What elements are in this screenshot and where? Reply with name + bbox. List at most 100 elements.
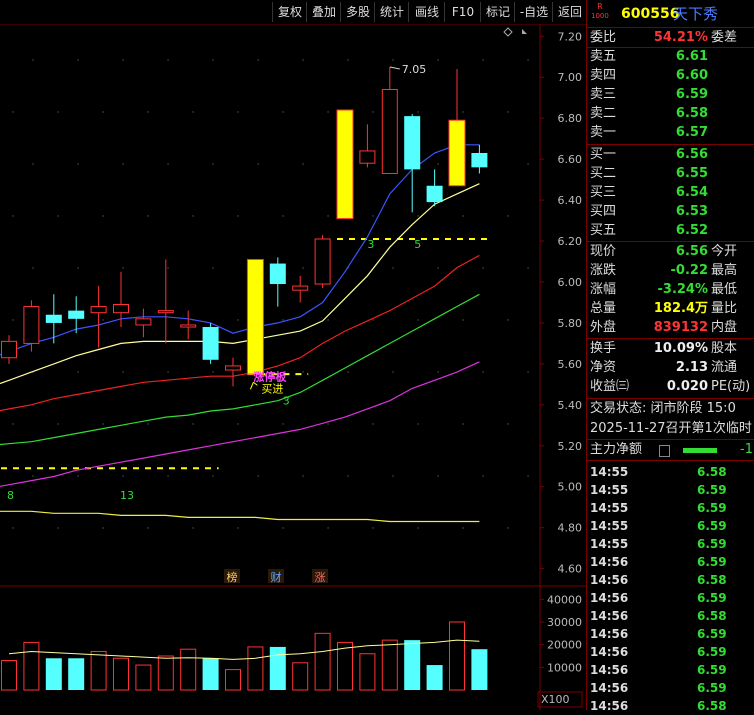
buy-4-label: 买五 [590, 223, 617, 238]
grid-dot [437, 371, 439, 373]
quote-0-row: 现价 6.56 今开 [587, 243, 754, 261]
volume-tick-label: 30000 [547, 616, 582, 629]
toolbar-button-1[interactable]: 叠加 [306, 2, 341, 22]
grid-dot [147, 215, 149, 217]
sell-3-value: 6.58 [675, 106, 708, 121]
candle-body [45, 314, 62, 323]
kline-chart[interactable]: 7.20 7.00 6.80 6.60 6.40 6.20 6.00 5.80 5.60 5.40… [0, 24, 586, 710]
tick-time: 14:56 [590, 591, 629, 605]
tick-price: 6.59 [697, 663, 727, 677]
grid-dot [482, 267, 484, 269]
badge-bottom: 1000 [591, 12, 609, 20]
grid-dot [507, 111, 509, 113]
candle-body [23, 306, 40, 344]
grid-dot [122, 163, 124, 165]
grid-dot [437, 163, 439, 165]
volume-bar [404, 640, 421, 690]
toolbar-button-6[interactable]: 标记 [480, 2, 515, 22]
toolbar-button-4[interactable]: 画线 [408, 2, 445, 22]
tick-price: 6.59 [697, 483, 727, 497]
grid-dot [282, 215, 284, 217]
list-icon[interactable] [659, 445, 670, 457]
toolbar-button-7[interactable]: -自选 [514, 2, 553, 22]
notice-text[interactable]: 2025-11-27召开第1次临时 [590, 420, 752, 438]
volume-bar [269, 646, 286, 690]
volume-bar [113, 657, 129, 691]
ma-line-2 [0, 254, 480, 412]
grid-dot [327, 215, 329, 217]
tick-price: 6.59 [697, 501, 727, 515]
high-pointer [389, 66, 400, 70]
grid-dot [77, 59, 79, 61]
fund-0-label2: 股本 [711, 341, 738, 356]
grid-dot [212, 267, 214, 269]
grid-dot [77, 267, 79, 269]
grid-dot [462, 215, 464, 217]
grid-dot [347, 475, 349, 477]
grid-dot [237, 111, 239, 113]
tick-price: 6.58 [697, 573, 727, 587]
buy-2-row: 买三 6.54 [587, 184, 754, 202]
buy-1-value: 6.55 [675, 166, 708, 181]
candle-body [157, 310, 174, 314]
buy-0-value: 6.56 [675, 147, 708, 162]
notice[interactable]: 2025-11-27召开第1次临时 [587, 420, 754, 438]
candle-body [269, 263, 286, 285]
quote-3-label2: 量比 [711, 301, 738, 316]
toolbar-button-8[interactable]: 返回 [552, 2, 587, 22]
fund-1-value: 2.13 [675, 360, 708, 375]
toolbar-button-0[interactable]: 复权 [272, 2, 307, 22]
tick-time: 14:55 [590, 483, 629, 497]
grid-dot [482, 475, 484, 477]
quote-1-label: 涨跌 [590, 263, 617, 278]
ma-line-1 [0, 183, 480, 385]
event-tag: 涨 [315, 571, 326, 584]
divider [587, 460, 754, 461]
candle-body [246, 258, 264, 375]
sell-3-row: 卖二 6.58 [587, 105, 754, 123]
volume-bar [45, 658, 62, 690]
trade-state-text: 交易状态: 闭市阶段 15:0 [590, 401, 736, 416]
limit-up-label: 涨停板 [253, 369, 287, 383]
grid-dot [212, 371, 214, 373]
tick-price: 6.58 [697, 465, 727, 479]
weibi-value: 54.21% [653, 30, 708, 45]
quote-2-value: -3.24% [657, 282, 709, 297]
toolbar-button-2[interactable]: 多股 [340, 2, 375, 22]
tick-row: 14:56 6.59 [587, 589, 754, 607]
tick-price: 6.59 [697, 645, 727, 659]
tick-row: 14:55 6.59 [587, 481, 754, 499]
buy-0-row: 买一 6.56 [587, 146, 754, 164]
buy-4-value: 6.52 [675, 223, 708, 238]
fund-2-label2: PE(动) [711, 379, 751, 394]
grid-dot [392, 475, 394, 477]
price-tick-label: 7.20 [558, 30, 583, 43]
grid-dot [302, 371, 304, 373]
grid-dot [167, 371, 169, 373]
quote-0-value: 6.56 [675, 244, 708, 259]
sell-1-label: 卖四 [590, 68, 617, 83]
weibi-label: 委比 [590, 30, 617, 45]
sell-2-label: 卖三 [590, 87, 617, 102]
diamond-icon [503, 27, 513, 37]
grid-dot [347, 371, 349, 373]
grid-dot [237, 423, 239, 425]
grid-dot [167, 267, 169, 269]
tick-row: 14:56 6.59 [587, 679, 754, 697]
grid-dot [482, 371, 484, 373]
toolbar-button-3[interactable]: 统计 [374, 2, 409, 22]
volume-bar [359, 653, 376, 691]
fund-2-value: 0.020 [666, 379, 708, 394]
tick-row: 14:55 6.59 [587, 499, 754, 517]
grid-dot [147, 111, 149, 113]
grid-dot [32, 59, 34, 61]
toolbar-button-5[interactable]: F10 [444, 2, 481, 22]
grid-dot [12, 319, 14, 321]
corner-icon [522, 29, 527, 34]
toolbar: 复权 叠加 多股 统计 画线 F10 标记 -自选 返回 [0, 0, 586, 24]
quote-1-label2: 最高 [711, 263, 738, 278]
volume-bar [381, 639, 398, 691]
grid-dot [372, 215, 374, 217]
grid-dot [302, 163, 304, 165]
high-label: 7.05 [402, 63, 427, 76]
